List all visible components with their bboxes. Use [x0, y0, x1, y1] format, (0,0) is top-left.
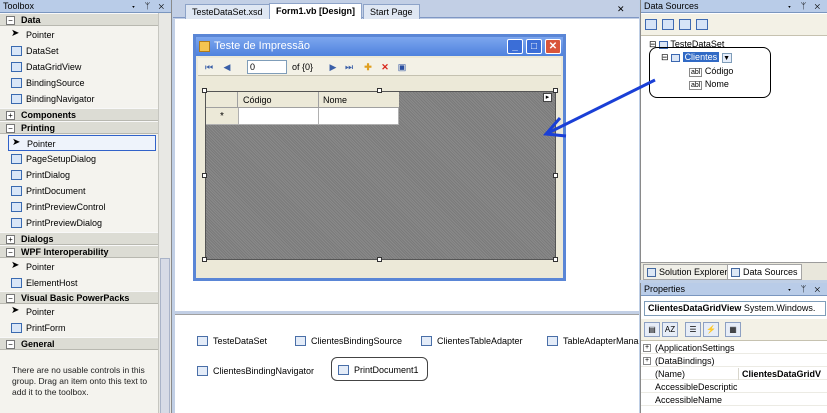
arrow-shaft	[547, 78, 656, 135]
annotation-arrow	[542, 78, 656, 138]
